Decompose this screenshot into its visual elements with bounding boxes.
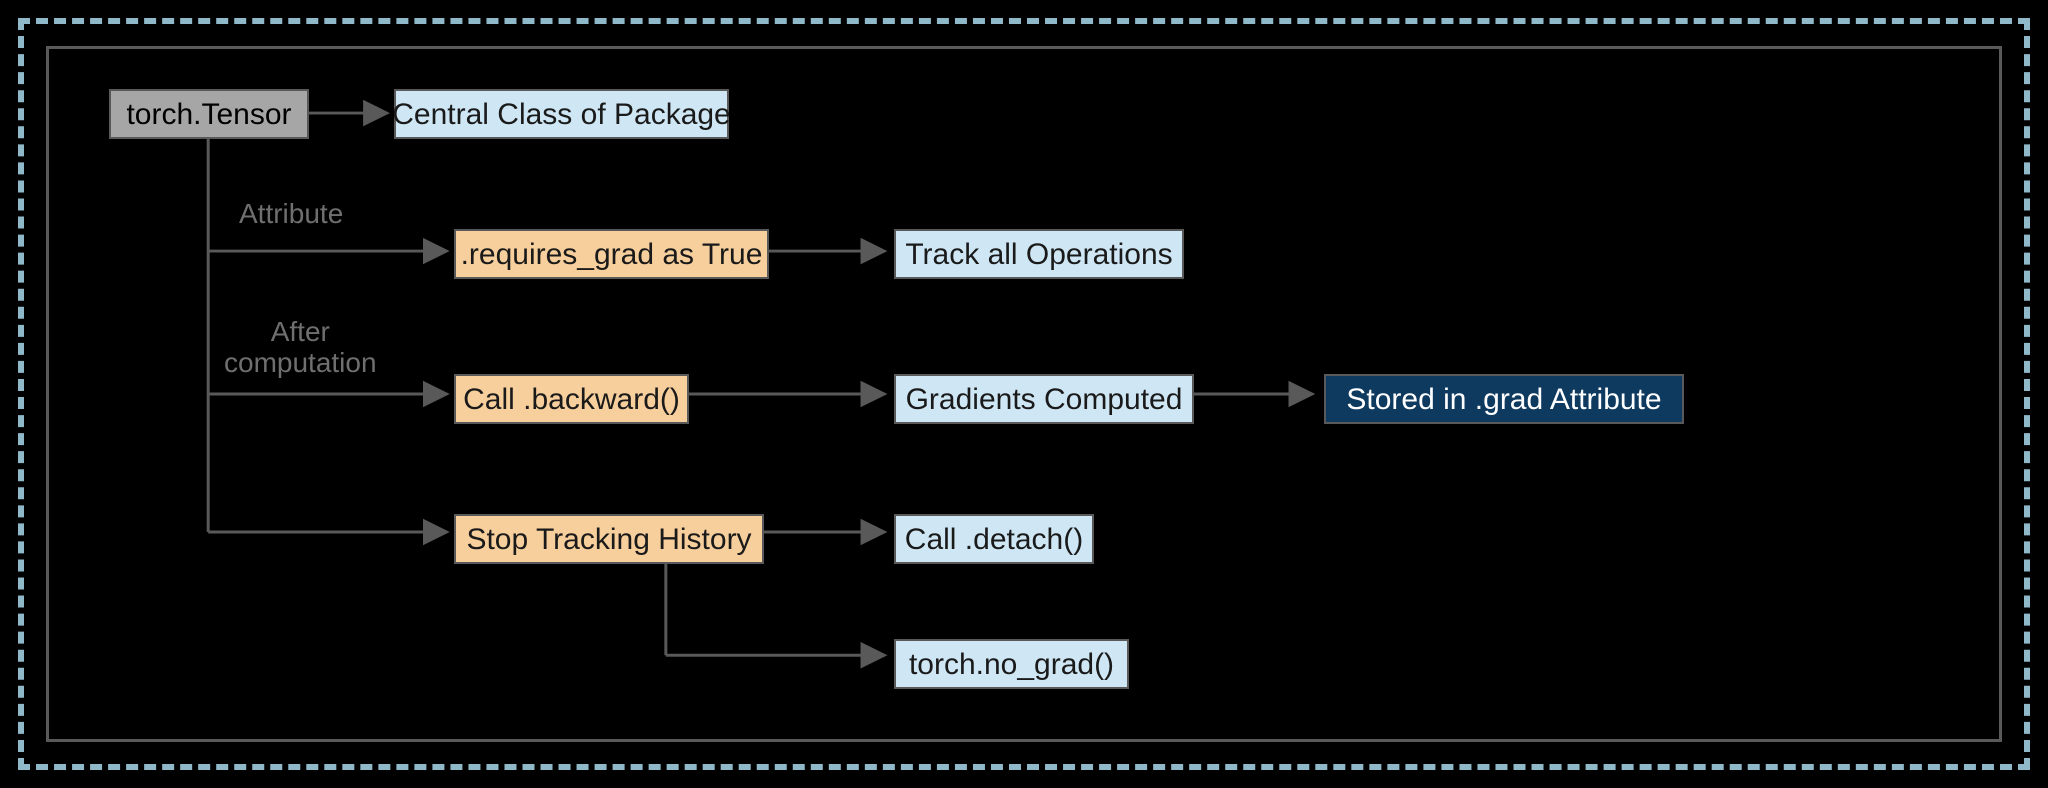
node-tensor: torch.Tensor	[109, 89, 309, 139]
node-gradients-computed: Gradients Computed	[894, 374, 1194, 424]
node-track-all-operations: Track all Operations	[894, 229, 1184, 279]
inner-frame: torch.Tensor Central Class of Package At…	[46, 46, 2002, 742]
node-call-backward: Call .backward()	[454, 374, 689, 424]
node-call-detach: Call .detach()	[894, 514, 1094, 564]
node-requires-grad: .requires_grad as True	[454, 229, 769, 279]
node-stored-in-grad: Stored in .grad Attribute	[1324, 374, 1684, 424]
node-torch-no-grad: torch.no_grad()	[894, 639, 1129, 689]
dashed-frame: torch.Tensor Central Class of Package At…	[18, 18, 2030, 770]
edge-label-attribute: Attribute	[239, 199, 343, 230]
node-central-class: Central Class of Package	[394, 89, 729, 139]
node-stop-tracking-history: Stop Tracking History	[454, 514, 764, 564]
edge-label-after-computation: After computation	[224, 317, 377, 379]
